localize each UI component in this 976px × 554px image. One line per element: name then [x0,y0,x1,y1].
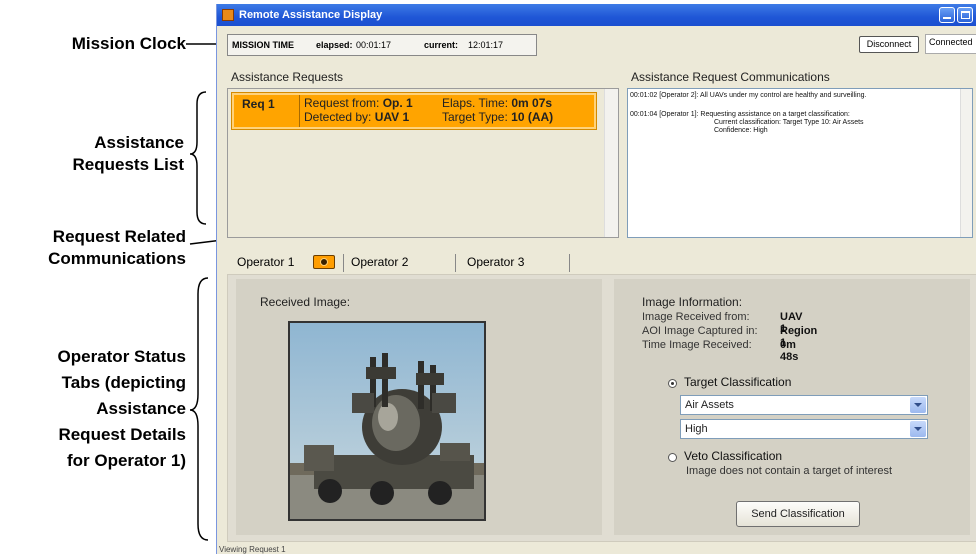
elapsed-time-line: Elaps. Time: 0m 07s [442,96,552,110]
elapsed-time-value: 0m 07s [511,96,553,110]
request-from-label: Request from: [304,96,380,110]
comm-message-text: 00:01:02 [Operator 2]: All UAVs under my… [630,92,867,99]
veto-classification-radio[interactable] [668,453,677,462]
detected-by-label: Detected by: [304,110,372,124]
minimize-button[interactable] [939,7,955,23]
received-image-pane: Received Image: [236,279,602,535]
current-label: current: [424,40,459,50]
current-value: 12:01:17 [468,40,504,50]
comm-message-line: Confidence: High [714,127,768,134]
image-information-title: Image Information: [642,295,743,309]
connection-status: Connected [925,34,976,54]
anti-aircraft-vehicle-photo [290,323,484,519]
target-type-value: 10 (AA) [511,110,554,124]
target-type-select[interactable]: Air Assets [680,395,928,415]
tab-label: Operator 1 [237,255,295,269]
image-information-pane: Image Information: Image Received from: … [614,279,970,535]
operator-tabs-brace [189,277,209,541]
annotated-screenshot: Mission Clock Assistance Requests List R… [0,0,976,554]
target-classification-radio[interactable] [668,379,677,388]
tab-divider [569,254,570,272]
requests-list-brace [189,91,207,225]
request-from-line: Request from: Op. 1 [304,96,413,110]
target-classification-label: Target Classification [684,375,792,389]
target-type-select-value: Air Assets [685,399,734,411]
mission-clock: MISSION TIME elapsed: 00:01:17 current: … [227,34,537,56]
veto-description: Image does not contain a target of inter… [686,465,893,477]
comm-message-text: 00:01:04 [Operator 1]: Requesting assist… [630,111,850,118]
operator-tabs: Operator 1 Operator 2 Operator 3 [231,250,571,274]
target-type-line: Target Type: 10 (AA) [442,110,553,124]
tab-operator-1[interactable]: Operator 1 [231,250,343,274]
received-image [288,321,486,521]
title-bar: Remote Assistance Display [217,4,976,26]
comm-message-line: Current classification: Target Type 10: … [714,119,864,126]
request-id: Req 1 [234,95,300,127]
mission-time-label: MISSION TIME [232,40,295,50]
camera-lens [320,258,328,266]
received-from-label: Image Received from: [642,311,750,323]
send-classification-button[interactable]: Send Classification [736,501,860,527]
maximize-icon [961,11,970,19]
elapsed-value: 00:01:17 [356,40,392,50]
comm-message: 00:01:04 [Operator 1]: Requesting assist… [630,111,864,135]
aoi-row: AOI Image Captured in: Region 1 [642,325,817,349]
time-received-value: 0m 48s [780,339,799,363]
aoi-label: AOI Image Captured in: [642,325,758,337]
app-window: Remote Assistance Display MISSION TIME e… [216,4,976,554]
operator-1-panel: Received Image: Image Information: Image… [227,274,976,542]
comm-message: 00:01:02 [Operator 2]: All UAVs under my… [630,92,866,100]
time-received-row: Time Image Received: 0m 48s [642,339,798,363]
window-title: Remote Assistance Display [239,9,383,21]
request-from-value: Op. 1 [382,96,413,110]
target-type-label: Target Type: [442,110,508,124]
communications-scrollbar[interactable] [960,89,972,237]
veto-classification-label: Veto Classification [684,449,783,463]
received-from-row: Image Received from: UAV 1 [642,311,802,335]
elapsed-time-label: Elaps. Time: [442,96,509,110]
status-bar: Viewing Request 1 [219,545,286,554]
communications-log: 00:01:02 [Operator 2]: All UAVs under my… [627,88,973,238]
disconnect-button[interactable]: Disconnect [859,36,919,53]
request-card[interactable]: Req 1 Request from: Op. 1 Detected by: U… [231,92,597,130]
chevron-down-icon[interactable] [910,421,926,437]
chevron-down-icon[interactable] [910,397,926,413]
detected-by-value: UAV 1 [374,110,410,124]
requests-list: Req 1 Request from: Op. 1 Detected by: U… [227,88,619,238]
camera-icon [313,255,335,269]
communications-title: Assistance Request Communications [631,70,830,84]
minimize-icon [943,17,951,19]
detected-by-line: Detected by: UAV 1 [304,110,409,124]
requests-title: Assistance Requests [231,70,344,84]
confidence-select[interactable]: High [680,419,928,439]
received-image-label: Received Image: [260,295,351,309]
confidence-select-value: High [685,423,708,435]
tab-label: Operator 2 [351,255,409,269]
tab-divider [343,254,344,272]
elapsed-label: elapsed: [316,40,353,50]
requests-scrollbar[interactable] [604,89,618,237]
tab-operator-2[interactable]: Operator 2 [345,250,453,274]
tab-operator-3[interactable]: Operator 3 [461,250,569,274]
tab-divider [455,254,456,272]
app-icon [222,9,234,21]
time-received-label: Time Image Received: [642,339,752,351]
maximize-button[interactable] [957,7,973,23]
tab-label: Operator 3 [467,255,525,269]
